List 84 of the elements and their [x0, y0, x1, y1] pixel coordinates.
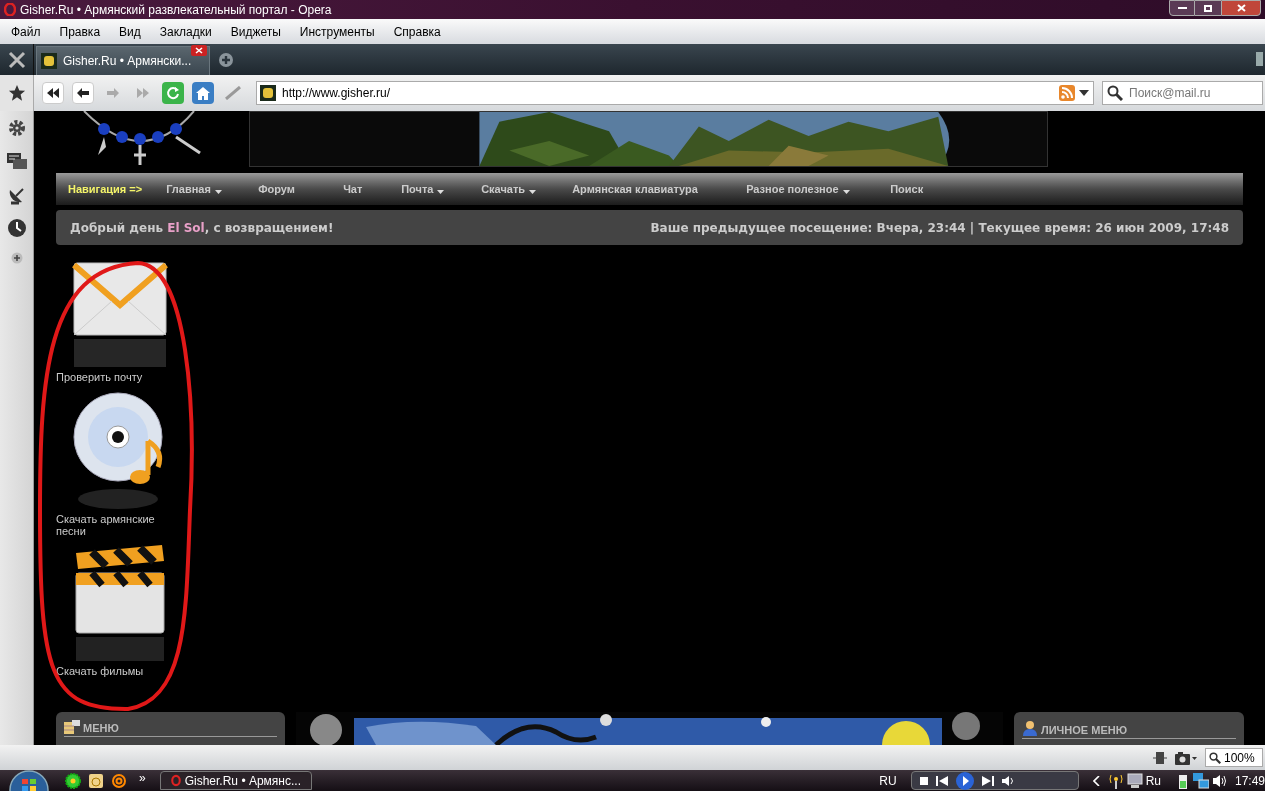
taskbar-button[interactable]: Gisher.Ru • Армянс...: [159, 771, 312, 790]
menu-item[interactable]: Правка: [59, 22, 101, 41]
site-icon: [41, 53, 57, 69]
nav-link[interactable]: Разное полезное: [746, 180, 850, 198]
volume-icon[interactable]: [1001, 775, 1016, 786]
navigation-label: Навигация =>: [68, 181, 143, 197]
shortcut-link[interactable]: Проверить почту: [56, 371, 176, 383]
fast-forward-icon: [137, 88, 149, 98]
add-panel-icon[interactable]: [10, 252, 23, 264]
greeting-text: Добрый день El Sol, с возвращением!: [70, 219, 334, 237]
home-button[interactable]: [192, 82, 214, 104]
nav-link[interactable]: Почта: [401, 180, 445, 198]
next-icon[interactable]: [981, 775, 994, 786]
language-indicator[interactable]: RU: [879, 771, 897, 790]
wireless-icon[interactable]: [1107, 772, 1124, 789]
at-sign-icon[interactable]: [111, 772, 127, 789]
notes-icon[interactable]: [6, 152, 27, 170]
close-button[interactable]: [1221, 0, 1261, 16]
menu-item[interactable]: Инструменты: [299, 22, 375, 41]
address-field[interactable]: http://www.gisher.ru/: [256, 81, 1094, 105]
play-icon[interactable]: [955, 771, 974, 790]
settings-icon[interactable]: [7, 119, 26, 137]
home-icon: [196, 86, 210, 100]
shortcut-link[interactable]: Скачать фильмы: [56, 665, 176, 677]
pen-icon: [225, 86, 241, 100]
forward-icon: [107, 88, 119, 98]
tools-icon[interactable]: [7, 50, 26, 69]
search-field[interactable]: Поиск@mail.ru: [1102, 81, 1263, 105]
zoom-icon: [1209, 751, 1221, 764]
window-title: Gisher.Ru • Армянский развлекательный портал - Opera: [20, 1, 332, 19]
tab-label: Gisher.Ru • Армянски...: [63, 53, 192, 70]
panel-title: МЕНЮ: [83, 722, 119, 734]
new-tab-icon[interactable]: [218, 52, 234, 68]
visit-info-text: Ваше предыдущее посещение: Вчера, 23:44 | Текущее время: 26 июн 2009, 17:48: [650, 219, 1229, 237]
language-indicator[interactable]: Ru: [1145, 771, 1161, 790]
url-text: http://www.gisher.ru/: [282, 85, 391, 102]
computer-icon[interactable]: [1126, 772, 1143, 789]
start-button[interactable]: [9, 770, 49, 791]
nav-link[interactable]: Армянская клавиатура: [572, 180, 698, 198]
rewind-icon: [47, 88, 59, 98]
speaker-icon: [1212, 773, 1227, 788]
camera-icon[interactable]: [1175, 750, 1197, 765]
device-icon[interactable]: [1153, 750, 1167, 765]
close-icon: [1236, 4, 1246, 12]
chevron-icon[interactable]: [1092, 775, 1100, 786]
back-icon: [77, 88, 89, 98]
menu-item[interactable]: Вид: [119, 22, 141, 41]
envelope-icon[interactable]: [72, 261, 168, 369]
close-tab-icon[interactable]: [191, 45, 207, 56]
minimize-button[interactable]: [1169, 0, 1195, 16]
flower-icon[interactable]: [65, 772, 81, 789]
more-button[interactable]: »: [139, 768, 146, 787]
search-icon: [1107, 85, 1123, 101]
panel-title: ЛИЧНОЕ МЕНЮ: [1041, 724, 1128, 736]
nav-link[interactable]: Чат: [343, 180, 363, 198]
network-icon: [1192, 772, 1209, 789]
nav-link[interactable]: Главная: [166, 180, 222, 198]
menu-item[interactable]: Файл: [11, 22, 41, 41]
nav-link[interactable]: Поиск: [890, 180, 924, 198]
menu-item[interactable]: Справка: [393, 22, 441, 41]
reload-icon: [166, 86, 180, 100]
maximize-button[interactable]: [1195, 0, 1221, 16]
zoom-text: 100%: [1224, 749, 1255, 767]
clapperboard-icon[interactable]: [72, 545, 168, 663]
shortcut-link[interactable]: Скачать армянские песни: [56, 513, 176, 537]
nav-link[interactable]: Скачать: [481, 180, 537, 198]
battery-icon: [1176, 772, 1189, 789]
zoom-field[interactable]: 100%: [1205, 748, 1263, 767]
dropdown-icon[interactable]: [1079, 90, 1089, 96]
menu-item[interactable]: Закладки: [159, 22, 212, 41]
star-icon[interactable]: [7, 84, 26, 102]
stop-icon[interactable]: [919, 776, 928, 785]
reload-button[interactable]: [162, 82, 184, 104]
rewind-button[interactable]: [42, 82, 64, 104]
tab[interactable]: Gisher.Ru • Армянски...: [36, 46, 210, 75]
back-button[interactable]: [72, 82, 94, 104]
menu-icon: [64, 720, 80, 734]
user-icon: [1022, 720, 1038, 736]
trash-icon[interactable]: [1255, 50, 1263, 68]
previous-icon[interactable]: [935, 775, 948, 786]
nav-link[interactable]: Форум: [258, 180, 295, 198]
clock-text: 17:49: [1234, 772, 1265, 790]
site-icon: [260, 85, 276, 101]
menu-item[interactable]: Виджеты: [230, 22, 281, 41]
